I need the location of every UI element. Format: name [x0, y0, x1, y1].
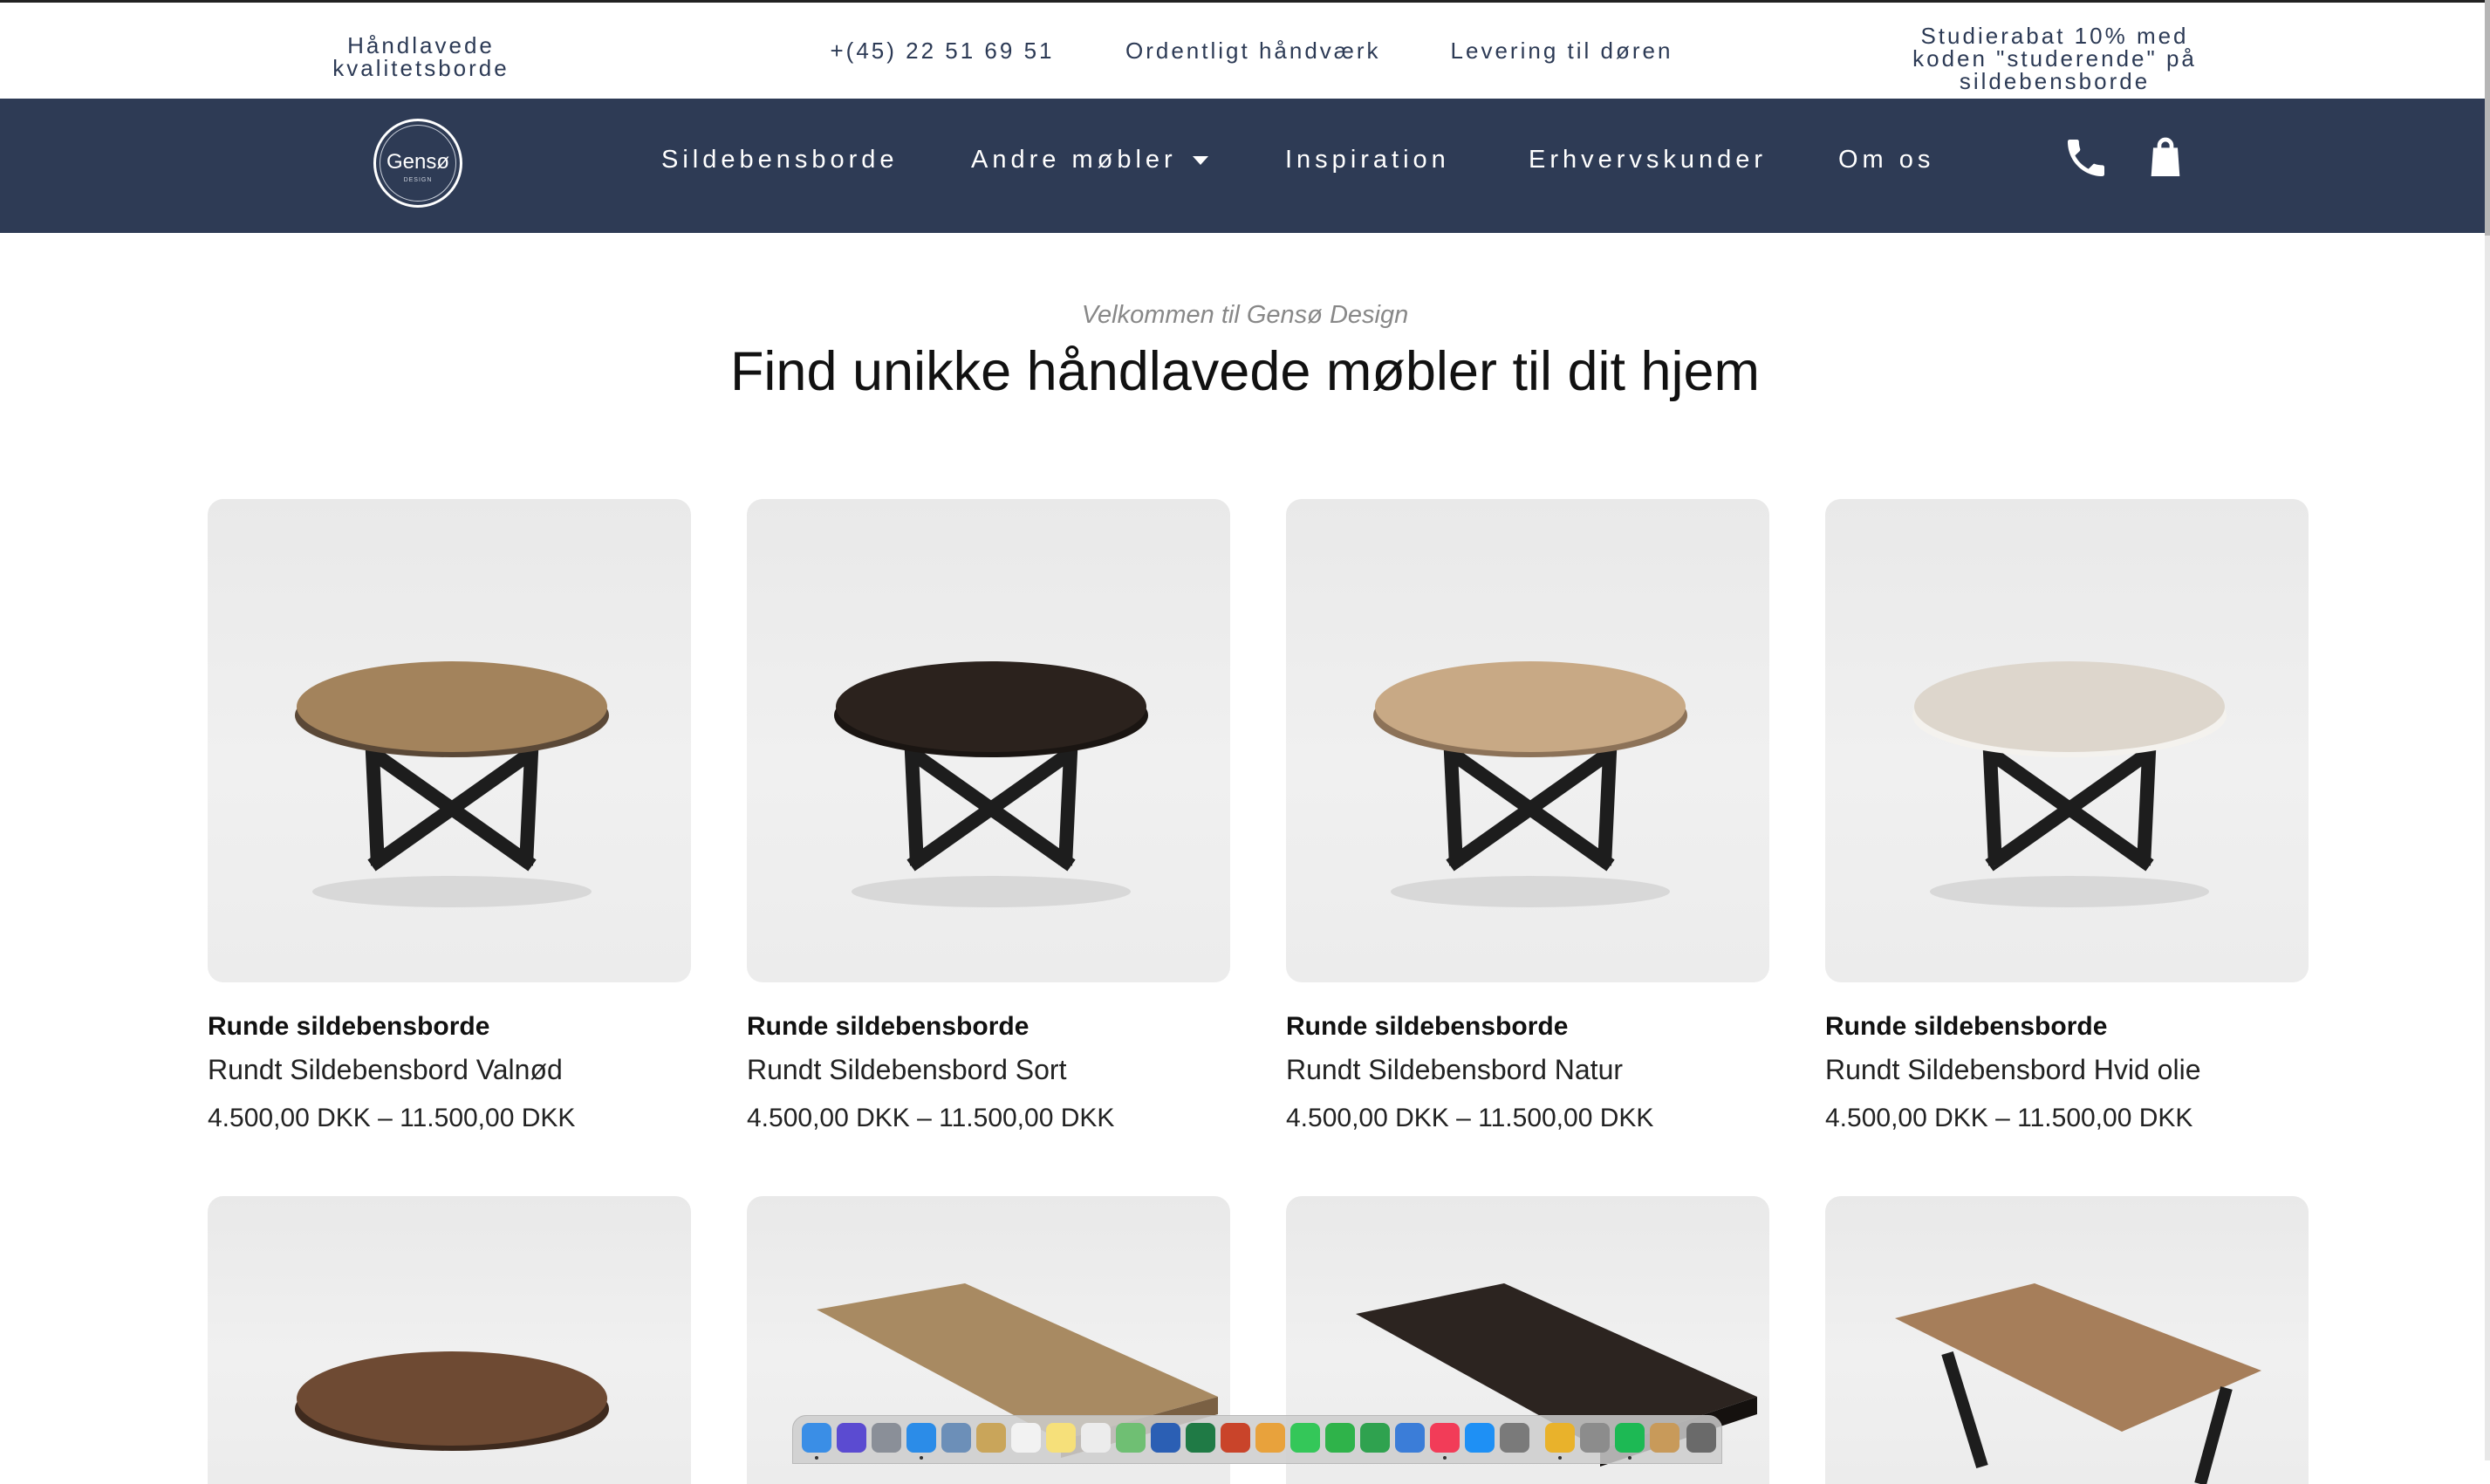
nav-item-andre-mobler[interactable]: Andre møbler [971, 142, 1208, 177]
preview-icon[interactable] [941, 1423, 971, 1453]
product-category[interactable]: Runde sildebensborde [1825, 1012, 2309, 1042]
shopping-bag-icon[interactable] [2141, 133, 2190, 182]
round-table-illustration [295, 1351, 609, 1451]
app-store-icon[interactable] [1465, 1423, 1495, 1453]
utility-icon[interactable] [1580, 1423, 1610, 1453]
dock-running-indicator [1628, 1456, 1631, 1460]
finder-icon[interactable] [802, 1423, 831, 1453]
product-image[interactable] [1825, 1196, 2309, 1484]
messages-icon[interactable] [1290, 1423, 1320, 1453]
page-title: Find unikke håndlavede møbler til dit hj… [729, 341, 1761, 402]
os-dock [792, 1415, 1722, 1464]
topbar-delivery: Levering til døren [1450, 38, 1673, 64]
product-card[interactable] [1825, 1196, 2309, 1484]
safari-icon[interactable] [906, 1423, 936, 1453]
dock-running-indicator [1443, 1456, 1447, 1460]
dock-running-indicator [1558, 1456, 1562, 1460]
product-category[interactable]: Runde sildebensborde [208, 1012, 691, 1042]
nav-item-erhvervskunder[interactable]: Erhvervskunder [1529, 142, 1767, 177]
maps-icon[interactable] [1116, 1423, 1146, 1453]
calendar-icon[interactable] [1011, 1423, 1041, 1453]
nav-item-andre-mobler-label: Andre møbler [971, 146, 1177, 174]
product-card[interactable]: Runde sildebensborde Rundt Sildebensbord… [208, 499, 691, 1133]
keynote-icon[interactable] [1395, 1423, 1425, 1453]
product-image[interactable] [1825, 499, 2309, 982]
top-info-bar: Håndlavede kvalitetsborde +(45) 22 51 69… [0, 0, 2485, 101]
excel-icon[interactable] [1186, 1423, 1215, 1453]
product-image[interactable] [208, 499, 691, 982]
product-image[interactable] [208, 1196, 691, 1484]
product-card[interactable]: Runde sildebensborde Rundt Sildebensbord… [747, 499, 1230, 1133]
trash-icon[interactable] [1686, 1423, 1716, 1453]
table-top [836, 661, 1146, 752]
system-preferences-icon[interactable] [1500, 1423, 1529, 1453]
phone-icon[interactable] [2062, 133, 2110, 182]
product-title[interactable]: Rundt Sildebensbord Valnød [208, 1054, 691, 1086]
rectangular-table-illustration [1895, 1283, 2261, 1484]
nav-item-sildebensborde[interactable]: Sildebensborde [661, 142, 899, 177]
photos-icon[interactable] [1255, 1423, 1285, 1453]
product-price: 4.500,00 DKK – 11.500,00 DKK [1286, 1104, 1654, 1132]
chevron-down-icon [1192, 156, 1208, 166]
nav-item-inspiration[interactable]: Inspiration [1285, 142, 1450, 177]
topbar-handmade: Håndlavede kvalitetsborde [332, 32, 510, 81]
powerpoint-icon[interactable] [1221, 1423, 1250, 1453]
round-table-illustration [295, 661, 609, 907]
page-scrollbar[interactable] [2485, 0, 2490, 1460]
nav-item-om-os[interactable]: Om os [1838, 142, 1934, 177]
topbar-quality: Ordentligt håndværk [1125, 38, 1381, 64]
table-top [297, 661, 607, 752]
product-image[interactable] [1286, 499, 1769, 982]
hero-eyebrow: Velkommen til Gensø Design [1081, 301, 1409, 329]
topbar-phone[interactable]: +(45) 22 51 69 51 [829, 39, 1056, 62]
launchpad-icon[interactable] [872, 1423, 901, 1453]
product-title[interactable]: Rundt Sildebensbord Sort [747, 1054, 1230, 1086]
notes-icon[interactable] [976, 1423, 1006, 1453]
round-table-illustration [1373, 661, 1687, 907]
brand-logo[interactable]: Gensø DESIGN [373, 119, 462, 208]
chrome-icon[interactable] [1545, 1423, 1575, 1453]
dock-running-indicator [920, 1456, 923, 1460]
logo-subtitle: DESIGN [403, 177, 433, 183]
product-category[interactable]: Runde sildebensborde [747, 1012, 1230, 1042]
textedit-icon[interactable] [1081, 1423, 1111, 1453]
scrollbar-thumb[interactable] [2485, 0, 2490, 236]
table-top [1375, 661, 1686, 752]
logo-name: Gensø [386, 150, 450, 174]
folder-icon[interactable] [1650, 1423, 1679, 1453]
product-price: 4.500,00 DKK – 11.500,00 DKK [747, 1104, 1115, 1132]
stickies-icon[interactable] [1046, 1423, 1076, 1453]
main-navigation: Gensø DESIGN Sildebensborde Andre møbler… [0, 99, 2485, 233]
product-card[interactable] [208, 1196, 691, 1484]
product-card[interactable]: Runde sildebensborde Rundt Sildebensbord… [1286, 499, 1769, 1133]
table-top [297, 1351, 607, 1446]
music-icon[interactable] [1430, 1423, 1460, 1453]
word-icon[interactable] [1151, 1423, 1180, 1453]
product-price: 4.500,00 DKK – 11.500,00 DKK [1825, 1104, 2193, 1132]
numbers-icon[interactable] [1360, 1423, 1390, 1453]
product-card[interactable]: Runde sildebensborde Rundt Sildebensbord… [1825, 499, 2309, 1133]
product-title[interactable]: Rundt Sildebensbord Natur [1286, 1054, 1769, 1086]
topbar-student-discount: Studierabat 10% med koden "studerende" p… [1912, 23, 2197, 94]
product-price: 4.500,00 DKK – 11.500,00 DKK [208, 1104, 576, 1132]
product-category[interactable]: Runde sildebensborde [1286, 1012, 1769, 1042]
facetime-icon[interactable] [1325, 1423, 1355, 1453]
product-title[interactable]: Rundt Sildebensbord Hvid olie [1825, 1054, 2309, 1086]
dock-running-indicator [815, 1456, 818, 1460]
table-top [1914, 661, 2225, 752]
round-table-illustration [1912, 661, 2227, 907]
spotify-icon[interactable] [1615, 1423, 1645, 1453]
product-image[interactable] [747, 499, 1230, 982]
round-table-illustration [834, 661, 1148, 907]
siri-icon[interactable] [837, 1423, 866, 1453]
